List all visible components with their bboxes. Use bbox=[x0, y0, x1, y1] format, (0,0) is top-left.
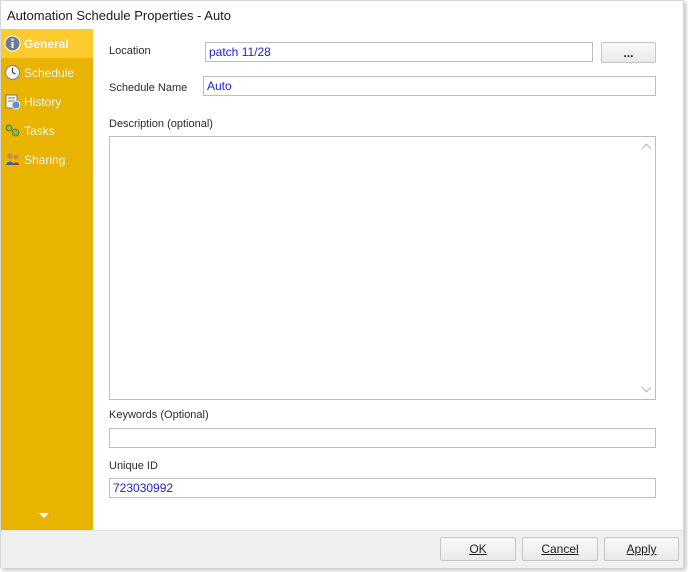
ok-button[interactable]: OK bbox=[440, 537, 516, 561]
sidebar-item-history[interactable]: History bbox=[1, 87, 93, 116]
sidebar: General Schedule History Tasks Sharing bbox=[1, 29, 93, 530]
location-label: Location bbox=[109, 45, 151, 57]
apply-button[interactable]: Apply bbox=[604, 537, 679, 561]
browse-button[interactable]: ... bbox=[601, 42, 656, 63]
scroll-down-icon[interactable] bbox=[641, 382, 652, 393]
sidebar-item-label: General bbox=[24, 36, 69, 51]
clock-icon bbox=[4, 64, 21, 81]
keywords-label: Keywords (Optional) bbox=[109, 409, 209, 421]
sidebar-item-schedule[interactable]: Schedule bbox=[1, 58, 93, 87]
location-field[interactable]: patch 11/28 bbox=[205, 42, 593, 62]
keywords-field[interactable] bbox=[109, 428, 656, 448]
cancel-button[interactable]: Cancel bbox=[522, 537, 598, 561]
sidebar-item-label: Sharing bbox=[24, 152, 66, 167]
properties-dialog: Automation Schedule Properties - Auto Ge… bbox=[0, 0, 684, 568]
title-bar: Automation Schedule Properties - Auto bbox=[1, 1, 683, 29]
sidebar-item-tasks[interactable]: Tasks bbox=[1, 116, 93, 145]
general-panel: Location patch 11/28 ... Schedule Name A… bbox=[93, 29, 683, 530]
users-icon bbox=[4, 151, 21, 168]
info-icon bbox=[4, 35, 21, 52]
chevron-down-icon[interactable] bbox=[39, 513, 49, 518]
schedule-name-label: Schedule Name bbox=[109, 82, 188, 94]
schedule-name-field[interactable]: Auto bbox=[203, 76, 656, 96]
description-textarea[interactable] bbox=[109, 136, 656, 400]
sidebar-item-label: History bbox=[24, 94, 62, 109]
window-title: Automation Schedule Properties - Auto bbox=[7, 8, 232, 23]
unique-id-field[interactable]: 723030992 bbox=[109, 478, 656, 498]
sidebar-item-sharing[interactable]: Sharing bbox=[1, 145, 93, 174]
description-label: Description (optional) bbox=[109, 118, 213, 130]
tasks-icon bbox=[4, 122, 21, 139]
vertical-scrollbar[interactable] bbox=[639, 137, 655, 399]
sidebar-item-label: Tasks bbox=[24, 123, 55, 138]
sidebar-item-general[interactable]: General bbox=[1, 29, 93, 58]
history-icon bbox=[4, 93, 21, 110]
dialog-footer: OK Cancel Apply bbox=[1, 530, 683, 568]
sidebar-item-label: Schedule bbox=[24, 65, 75, 80]
scroll-up-icon[interactable] bbox=[641, 143, 652, 154]
unique-id-label: Unique ID bbox=[109, 460, 158, 472]
